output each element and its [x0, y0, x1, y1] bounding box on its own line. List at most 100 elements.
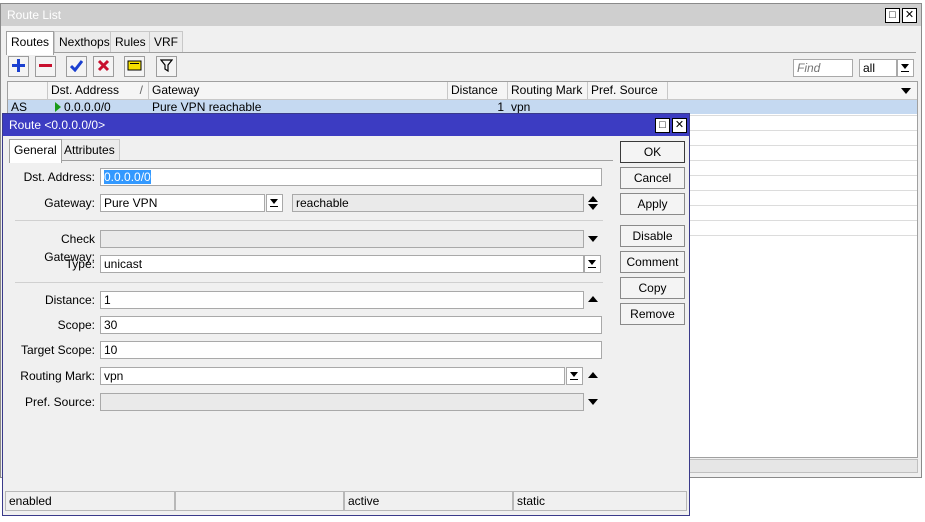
distance-input[interactable]: 1	[100, 291, 584, 309]
gateway-input[interactable]: Pure VPN	[100, 194, 265, 212]
remove-button[interactable]	[35, 56, 56, 77]
dst-address-label: Dst. Address:	[23, 170, 95, 184]
cross-icon	[97, 59, 110, 72]
column-routing-mark[interactable]: Routing Mark	[508, 82, 588, 100]
ok-button[interactable]: OK	[620, 141, 685, 163]
column-gateway[interactable]: Gateway	[149, 82, 448, 100]
type-dropdown-button[interactable]	[584, 255, 601, 273]
tab-nexthops[interactable]: Nexthops	[54, 31, 115, 53]
disable-button[interactable]	[93, 56, 114, 77]
check-gateway-input[interactable]	[100, 230, 584, 248]
pref-source-label: Pref. Source:	[24, 395, 95, 409]
row-gateway: Pure VPN reachable	[152, 100, 262, 114]
routing-mark-collapse-icon[interactable]	[588, 372, 598, 378]
row-divider	[690, 205, 917, 206]
section-divider	[15, 220, 603, 221]
column-dst-address-label: Dst. Address	[51, 83, 120, 97]
distance-collapse-icon[interactable]	[588, 296, 598, 302]
active-route-icon	[55, 102, 61, 112]
row-divider	[690, 220, 917, 221]
remove-button[interactable]: Remove	[620, 303, 685, 325]
columns-menu-icon[interactable]	[901, 88, 911, 94]
route-list-titlebar[interactable]: Route List □ ✕	[1, 4, 921, 26]
gateway-status: reachable	[292, 194, 584, 212]
column-pref-source[interactable]: Pref. Source	[588, 82, 668, 100]
gateway-add-icon[interactable]	[588, 204, 598, 210]
table-row[interactable]: AS 0.0.0.0/0 Pure VPN reachable 1 vpn	[8, 100, 917, 114]
tab-divider	[9, 160, 613, 161]
route-dialog: Route <0.0.0.0/0> □ ✕ General Attributes…	[2, 113, 690, 516]
row-flags: AS	[11, 100, 28, 114]
gateway-label: Gateway:	[44, 196, 95, 210]
row-divider	[690, 130, 917, 131]
row-divider	[690, 145, 917, 146]
status-bar: enabled active static	[5, 491, 687, 511]
comment-button[interactable]	[124, 56, 145, 77]
filter-select[interactable]: all	[859, 59, 897, 77]
disable-button[interactable]: Disable	[620, 225, 685, 247]
status-empty	[175, 491, 344, 511]
target-scope-input[interactable]: 10	[100, 341, 602, 359]
comment-button[interactable]: Comment	[620, 251, 685, 273]
row-divider	[690, 175, 917, 176]
scope-input[interactable]: 30	[100, 316, 602, 334]
tab-routes[interactable]: Routes	[6, 31, 55, 55]
close-icon[interactable]: ✕	[902, 8, 917, 23]
type-select[interactable]: unicast	[100, 255, 584, 273]
routing-mark-input[interactable]: vpn	[100, 367, 565, 385]
row-distance: 1	[497, 100, 504, 114]
find-input[interactable]	[793, 59, 853, 77]
scope-label: Scope:	[57, 318, 95, 332]
status-static: static	[513, 491, 687, 511]
plus-icon	[12, 59, 25, 72]
column-extra	[668, 82, 917, 100]
status-active: active	[344, 491, 513, 511]
dst-address-input[interactable]: 0.0.0.0/0	[100, 168, 602, 186]
filter-dropdown-button[interactable]	[897, 59, 914, 77]
column-flags[interactable]	[8, 82, 48, 100]
gateway-dropdown-button[interactable]	[266, 194, 283, 212]
row-dst-text: 0.0.0.0/0	[64, 100, 111, 114]
tab-general[interactable]: General	[9, 139, 62, 163]
copy-button[interactable]: Copy	[620, 277, 685, 299]
column-distance[interactable]: Distance	[448, 82, 508, 100]
column-dst-address[interactable]: Dst. Address /	[48, 82, 149, 100]
note-icon	[127, 60, 142, 71]
filter-button[interactable]	[156, 56, 177, 77]
row-pref-source	[588, 100, 668, 114]
maximize-icon[interactable]: □	[885, 8, 900, 23]
check-gateway-expand-icon[interactable]	[588, 236, 598, 242]
status-enabled: enabled	[5, 491, 175, 511]
route-dialog-tabs: General Attributes	[9, 139, 609, 163]
tab-rules[interactable]: Rules	[110, 31, 151, 53]
maximize-icon[interactable]: □	[655, 118, 670, 133]
add-button[interactable]	[8, 56, 29, 77]
row-dst: 0.0.0.0/0	[48, 100, 149, 114]
apply-button[interactable]: Apply	[620, 193, 685, 215]
horizontal-scrollbar[interactable]	[683, 459, 918, 473]
routing-mark-label: Routing Mark:	[20, 369, 95, 383]
filter-icon	[159, 59, 174, 73]
enable-button[interactable]	[66, 56, 87, 77]
row-divider	[690, 235, 917, 236]
close-icon[interactable]: ✕	[672, 118, 687, 133]
target-scope-label: Target Scope:	[20, 343, 95, 357]
section-divider	[15, 282, 603, 283]
checkmark-icon	[69, 60, 84, 73]
route-list-title: Route List	[7, 8, 62, 22]
pref-source-expand-icon[interactable]	[588, 399, 598, 405]
dst-address-value: 0.0.0.0/0	[104, 170, 151, 184]
cancel-button[interactable]: Cancel	[620, 167, 685, 189]
minus-icon	[39, 64, 52, 67]
row-divider	[690, 160, 917, 161]
routing-mark-dropdown-button[interactable]	[566, 367, 583, 385]
gateway-remove-icon[interactable]	[588, 196, 598, 202]
route-list-tabs: Routes Nexthops Rules VRF	[6, 31, 916, 55]
tab-vrf[interactable]: VRF	[149, 31, 183, 53]
row-divider	[690, 115, 917, 116]
distance-label: Distance:	[44, 293, 95, 307]
tab-attributes[interactable]: Attributes	[59, 139, 120, 161]
pref-source-input[interactable]	[100, 393, 584, 411]
row-divider	[690, 190, 917, 191]
route-dialog-titlebar[interactable]: Route <0.0.0.0/0> □ ✕	[3, 114, 689, 136]
